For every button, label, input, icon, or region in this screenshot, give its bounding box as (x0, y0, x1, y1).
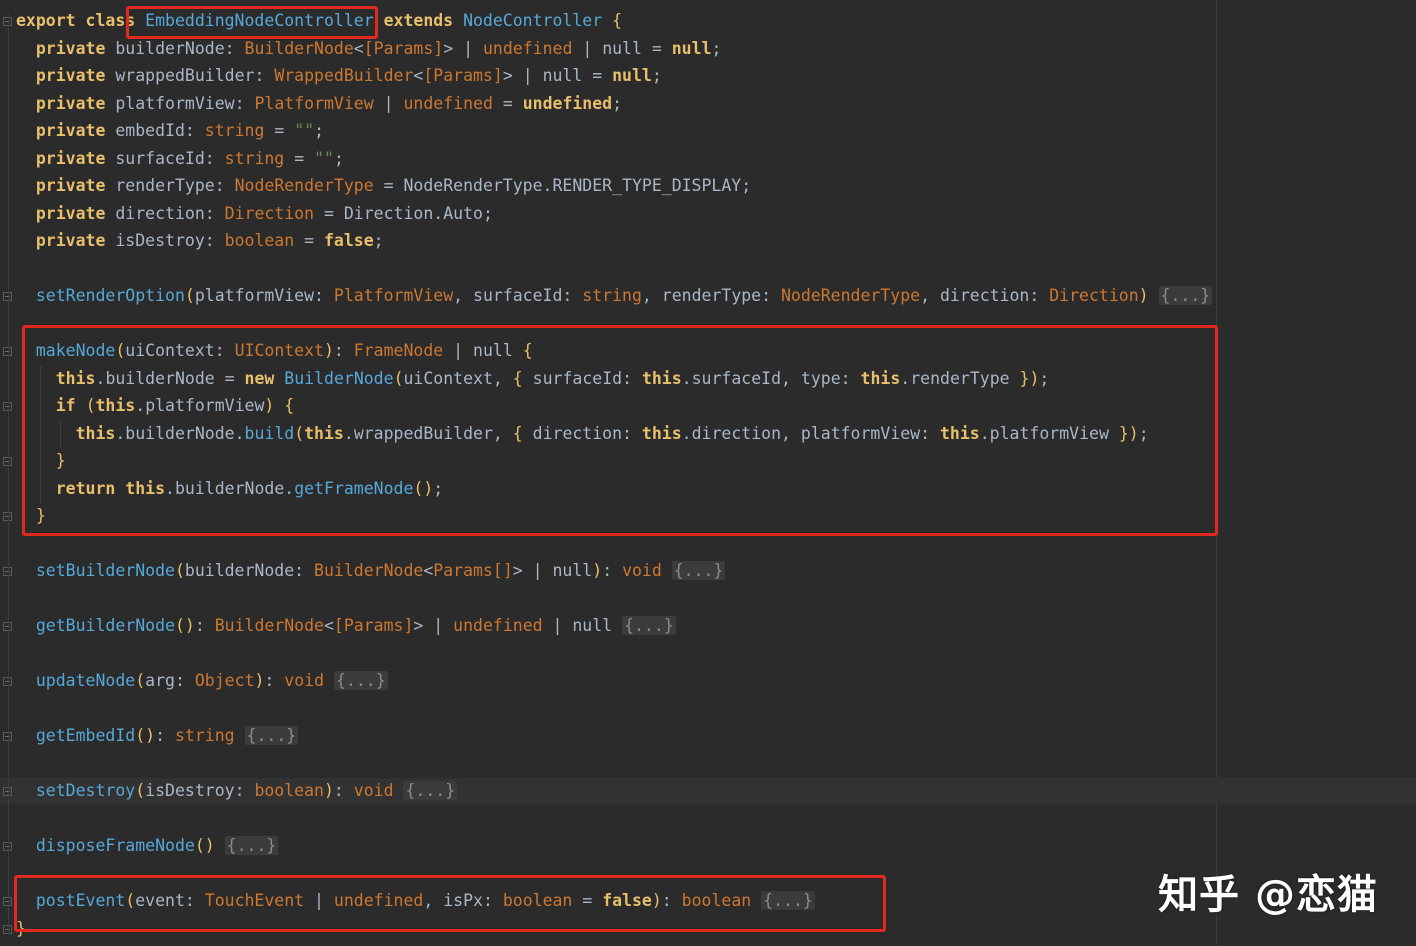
folded-code-block[interactable]: {...} (333, 671, 388, 690)
code-line[interactable] (0, 641, 1416, 667)
code-editor[interactable]: export class EmbeddingNodeController ext… (0, 0, 1416, 946)
code-line-text: getEmbedId(): string {...} (35, 726, 299, 745)
code-line-text: setRenderOption(platformView: PlatformVi… (35, 286, 1213, 305)
code-line-text: updateNode(arg: Object): void {...} (35, 671, 388, 690)
code-line[interactable]: private embedId: string = ""; (0, 118, 1416, 144)
code-line[interactable]: setRenderOption(platformView: PlatformVi… (0, 283, 1416, 309)
folded-code-block[interactable]: {...} (403, 781, 458, 800)
code-line[interactable]: updateNode(arg: Object): void {...} (0, 668, 1416, 694)
code-line-text: private wrappedBuilder: WrappedBuilder<[… (35, 66, 662, 85)
highlight-box-postevent (14, 875, 886, 932)
code-line-text: private builderNode: BuilderNode<[Params… (35, 38, 722, 58)
folded-code-block[interactable]: {...} (224, 836, 279, 855)
code-line[interactable]: disposeFrameNode() {...} (0, 833, 1416, 859)
folded-code-block[interactable]: {...} (1158, 286, 1213, 305)
code-line-text: private direction: Direction = Direction… (35, 203, 493, 223)
code-line[interactable] (0, 256, 1416, 282)
code-line[interactable]: private wrappedBuilder: WrappedBuilder<[… (0, 63, 1416, 89)
code-line[interactable]: setDestroy(isDestroy: boolean): void {..… (0, 778, 1416, 804)
fold-gutter-line (8, 14, 9, 935)
code-line[interactable]: private renderType: NodeRenderType = Nod… (0, 173, 1416, 199)
code-line[interactable]: private isDestroy: boolean = false; (0, 228, 1416, 254)
code-line-text: private isDestroy: boolean = false; (35, 231, 384, 250)
code-line-text: private renderType: NodeRenderType = Nod… (35, 176, 752, 195)
code-line[interactable]: getEmbedId(): string {...} (0, 723, 1416, 749)
code-line[interactable]: private direction: Direction = Direction… (0, 201, 1416, 227)
code-line-text: getBuilderNode(): BuilderNode<[Params]> … (35, 616, 676, 635)
highlight-box-class-name (126, 6, 378, 39)
folded-code-block[interactable]: {...} (671, 561, 726, 580)
code-line[interactable] (0, 586, 1416, 612)
code-line-text: disposeFrameNode() {...} (35, 836, 279, 855)
code-line[interactable]: private platformView: PlatformView | und… (0, 91, 1416, 117)
code-line[interactable]: private builderNode: BuilderNode<[Params… (0, 36, 1416, 62)
watermark: 知乎 @恋猫 (1158, 872, 1378, 918)
code-line[interactable]: getBuilderNode(): BuilderNode<[Params]> … (0, 613, 1416, 639)
code-line[interactable]: setBuilderNode(builderNode: BuilderNode<… (0, 558, 1416, 584)
code-line-text: setDestroy(isDestroy: boolean): void {..… (35, 781, 458, 800)
highlight-box-makenode (22, 325, 1218, 536)
code-line-text: private surfaceId: string = ""; (35, 148, 344, 168)
code-line[interactable] (0, 751, 1416, 777)
code-line[interactable] (0, 696, 1416, 722)
code-line-text: private platformView: PlatformView | und… (35, 93, 623, 113)
folded-code-block[interactable]: {...} (244, 726, 299, 745)
folded-code-block[interactable]: {...} (622, 616, 676, 635)
code-line-text: setBuilderNode(builderNode: BuilderNode<… (35, 561, 726, 580)
code-line[interactable] (0, 806, 1416, 832)
code-line-text: private embedId: string = ""; (35, 121, 325, 140)
code-line[interactable]: private surfaceId: string = ""; (0, 146, 1416, 172)
